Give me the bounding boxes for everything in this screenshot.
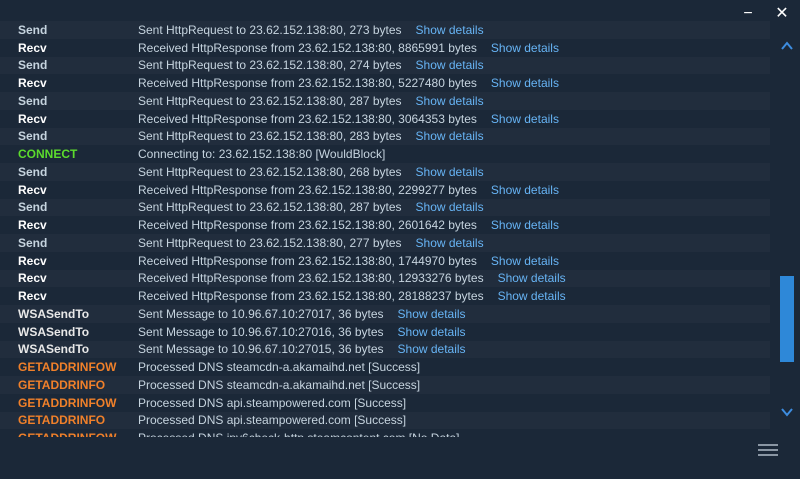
vertical-scrollbar[interactable] (778, 34, 796, 426)
log-type: Send (18, 93, 48, 108)
log-type: Send (18, 22, 48, 37)
log-message: Sent Message to 10.96.67.10:27017, 36 by… (138, 306, 384, 321)
log-row: Recv Received HttpResponse from 23.62.152… (0, 74, 770, 92)
log-row: GETADDRINFOW Processed DNS api.steampower… (0, 393, 770, 412)
log-message: Processed DNS api.steampowered.com [Succ… (138, 395, 407, 410)
show-details-link[interactable]: Show details (491, 254, 559, 268)
log-row: Send Sent HttpRequest to 23.62.152.138:80… (0, 127, 770, 146)
show-details-link[interactable]: Show details (416, 23, 484, 37)
show-details-link[interactable]: Show details (491, 76, 559, 90)
log-message: Sent Message to 10.96.67.10:27016, 36 by… (138, 324, 384, 339)
log-type: Send (18, 129, 48, 144)
log-type: GETADDRINFOW (0, 431, 138, 437)
log-type: GETADDRINFO (18, 413, 106, 428)
log-row: GETADDRINFOWProcessed DNS ipv6check-http… (0, 429, 770, 437)
log-message: Received HttpResponse from 23.62.152.138… (138, 218, 477, 233)
log-row: Send Sent HttpRequest to 23.62.152.138:80… (0, 163, 770, 181)
log-message: Sent HttpRequest to 23.62.152.138:80, 27… (138, 22, 402, 37)
log-row: GETADDRINFO Processed DNS api.steampowere… (0, 411, 770, 430)
log-message: Connecting to: 23.62.152.138:80 [WouldBl… (138, 147, 386, 162)
log-row: Recv Received HttpResponse from 23.62.152… (0, 216, 770, 234)
log-row: Recv Received HttpResponse from 23.62.152… (0, 269, 770, 288)
show-details-link[interactable]: Show details (416, 129, 484, 143)
log-message: Sent Message to 10.96.67.10:27015, 36 by… (138, 342, 384, 357)
show-details-link[interactable]: Show details (491, 183, 559, 197)
log-type: CONNECT (18, 147, 78, 162)
show-details-link[interactable]: Show details (416, 165, 484, 179)
log-message: Received HttpResponse from 23.62.152.138… (138, 182, 477, 197)
log-message: Sent HttpRequest to 23.62.152.138:80, 27… (138, 235, 402, 250)
log-row: Send Sent HttpRequest to 23.62.152.138:80… (0, 92, 770, 110)
log-message: Received HttpResponse from 23.62.152.138… (138, 271, 484, 286)
show-details-link[interactable]: Show details (398, 307, 466, 321)
log-row: Send Sent HttpRequest to 23.62.152.138:80… (0, 21, 770, 39)
log-type: WSASendTo (18, 306, 90, 321)
log-type: Send (18, 200, 48, 215)
log-row: WSASendTo Sent Message to 10.96.67.10:270… (0, 322, 770, 341)
show-details-link[interactable]: Show details (398, 325, 466, 339)
scrollbar-thumb[interactable] (780, 276, 794, 362)
log-type: WSASendTo (18, 324, 90, 339)
log-message: Sent HttpRequest to 23.62.152.138:80, 28… (138, 200, 402, 215)
close-button[interactable]: ✕ (772, 4, 792, 24)
log-type: Recv (18, 40, 47, 55)
log-message: Processed DNS steamcdn-a.akamaihd.net [S… (138, 360, 421, 375)
log-type: GETADDRINFOW (18, 360, 117, 375)
log-type: GETADDRINFOW (18, 395, 117, 410)
show-details-link[interactable]: Show details (416, 236, 484, 250)
hamburger-menu-icon[interactable] (756, 441, 780, 459)
show-details-link[interactable]: Show details (416, 58, 484, 72)
show-details-link[interactable]: Show details (498, 289, 566, 303)
log-type: Recv (18, 289, 47, 304)
log-type: Send (18, 235, 48, 250)
network-log-list: Send Sent HttpRequest to 23.62.152.138:80… (0, 21, 770, 437)
log-message: Received HttpResponse from 23.62.152.138… (138, 40, 477, 55)
log-row: WSASendTo Sent Message to 10.96.67.10:270… (0, 340, 770, 359)
log-message: Sent HttpRequest to 23.62.152.138:80, 26… (138, 164, 402, 179)
log-row: Send Sent HttpRequest to 23.62.152.138:80… (0, 56, 770, 75)
log-message: Received HttpResponse from 23.62.152.138… (138, 289, 484, 304)
show-details-link[interactable]: Show details (491, 112, 559, 126)
log-type: GETADDRINFO (18, 377, 106, 392)
log-message: Received HttpResponse from 23.62.152.138… (138, 76, 477, 91)
log-row: Send Sent HttpRequest to 23.62.152.138:80… (0, 234, 770, 252)
log-type: Recv (18, 182, 47, 197)
log-row: GETADDRINFOW Processed DNS steamcdn-a.aka… (0, 358, 770, 376)
log-message: Processed DNS steamcdn-a.akamaihd.net [S… (138, 377, 421, 392)
scroll-up-icon[interactable] (778, 38, 796, 56)
show-details-link[interactable]: Show details (498, 271, 566, 285)
log-row: CONNECT Connecting to: 23.62.152.138:80 [… (0, 145, 770, 163)
log-type: Send (18, 164, 48, 179)
log-row: WSASendTo Sent Message to 10.96.67.10:270… (0, 305, 770, 323)
log-type: Recv (18, 271, 47, 286)
log-type: Recv (18, 76, 47, 91)
log-message: Received HttpResponse from 23.62.152.138… (138, 253, 477, 268)
log-row: Recv Received HttpResponse from 23.62.152… (0, 287, 770, 305)
log-message: Sent HttpRequest to 23.62.152.138:80, 27… (138, 58, 402, 73)
show-details-link[interactable]: Show details (491, 218, 559, 232)
log-type: Recv (18, 253, 47, 268)
log-message: Processed DNS ipv6check-http.steamconten… (138, 431, 459, 437)
log-message: Sent HttpRequest to 23.62.152.138:80, 28… (138, 93, 402, 108)
scroll-down-icon[interactable] (778, 404, 796, 422)
log-message: Processed DNS api.steampowered.com [Succ… (138, 413, 407, 428)
log-message: Received HttpResponse from 23.62.152.138… (138, 111, 477, 126)
show-details-link[interactable]: Show details (491, 41, 559, 55)
log-type: Recv (18, 111, 47, 126)
log-row: Recv Received HttpResponse from 23.62.152… (0, 109, 770, 128)
log-message: Sent HttpRequest to 23.62.152.138:80, 28… (138, 129, 402, 144)
log-row: Recv Received HttpResponse from 23.62.152… (0, 180, 770, 199)
log-row: GETADDRINFO Processed DNS steamcdn-a.akam… (0, 376, 770, 394)
show-details-link[interactable]: Show details (416, 200, 484, 214)
log-row: Send Sent HttpRequest to 23.62.152.138:80… (0, 198, 770, 217)
show-details-link[interactable]: Show details (398, 342, 466, 356)
log-row: Recv Received HttpResponse from 23.62.152… (0, 38, 770, 57)
show-details-link[interactable]: Show details (416, 94, 484, 108)
log-row: Recv Received HttpResponse from 23.62.152… (0, 251, 770, 270)
log-type: WSASendTo (18, 342, 90, 357)
log-type: Recv (18, 218, 47, 233)
log-type: Send (18, 58, 48, 73)
